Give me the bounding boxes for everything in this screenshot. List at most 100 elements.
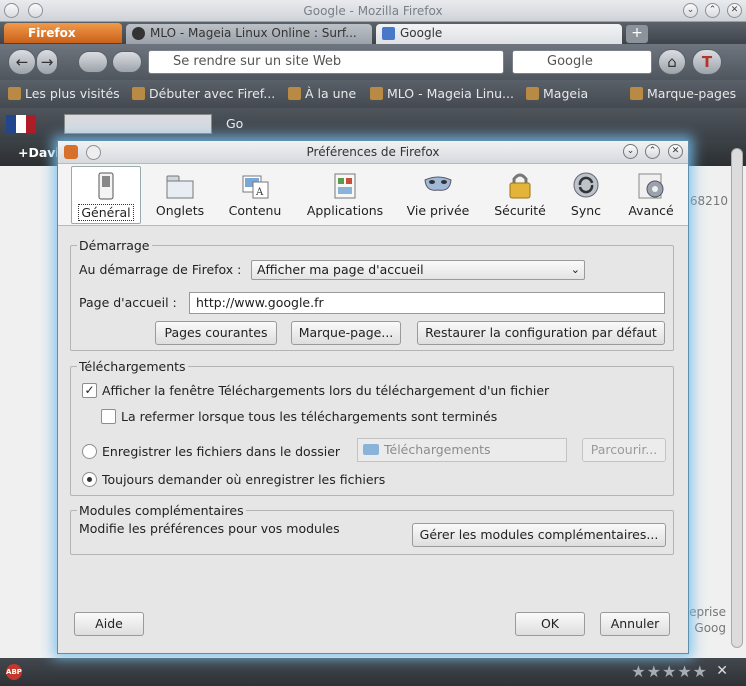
- tab-onglets[interactable]: Onglets: [150, 166, 210, 224]
- downloads-group: Téléchargements ✓ Afficher la fenêtre Té…: [70, 359, 674, 496]
- google-user-link[interactable]: +Davi: [18, 145, 60, 160]
- adblock-icon[interactable]: ABP: [6, 664, 22, 680]
- browser-titlebar: Google - Mozilla Firefox ⌄ ⌃ ✕: [0, 0, 746, 22]
- show-downloads-checkbox[interactable]: ✓: [82, 383, 97, 398]
- tab-strip: Firefox MLO - Mageia Linux Online : Surf…: [0, 22, 746, 44]
- current-pages-button[interactable]: Pages courantes: [155, 321, 277, 345]
- startup-select[interactable]: Afficher ma page d'accueil ⌄: [251, 260, 585, 280]
- svg-text:A: A: [255, 187, 264, 198]
- dialog-close-icon[interactable]: ✕: [668, 144, 683, 159]
- startup-select-value: Afficher ma page d'accueil: [257, 262, 424, 277]
- bookmark-item[interactable]: Débuter avec Firef...: [132, 86, 275, 101]
- close-when-done-label[interactable]: La refermer lorsque tous les téléchargem…: [121, 409, 497, 424]
- status-bar: ABP ★★★★★ ✕: [0, 658, 746, 686]
- tabs-icon: [165, 170, 195, 200]
- download-folder-value: Téléchargements: [384, 442, 491, 457]
- download-folder-field: Téléchargements: [357, 438, 567, 462]
- startup-label: Au démarrage de Firefox :: [79, 262, 242, 277]
- browser-window-title: Google - Mozilla Firefox: [303, 4, 443, 18]
- minimize-icon[interactable]: ⌄: [683, 3, 698, 18]
- bookmark-item[interactable]: Les plus visités: [8, 86, 120, 101]
- preferences-pane-bar: Général Onglets A Contenu Applications V…: [58, 164, 688, 226]
- always-ask-radio[interactable]: [82, 472, 97, 487]
- save-to-folder-radio[interactable]: [82, 444, 97, 459]
- pane-label: Sécurité: [494, 203, 546, 218]
- search-input[interactable]: Google: [512, 50, 652, 74]
- new-tab-button[interactable]: +: [626, 25, 648, 43]
- navigation-toolbar: ← → Se rendre sur un site Web Google ⌂ T: [0, 44, 746, 80]
- switch-icon: [91, 171, 121, 201]
- page-right-text-2: Goog: [694, 621, 726, 635]
- homepage-label: Page d'accueil :: [79, 295, 177, 310]
- close-when-done-checkbox[interactable]: [101, 409, 116, 424]
- startup-legend: Démarrage: [77, 238, 152, 253]
- page-right-text: eprise Goog: [689, 604, 726, 636]
- close-addon-bar-icon[interactable]: ✕: [716, 663, 728, 679]
- downloads-legend: Téléchargements: [77, 359, 188, 374]
- addon-combo-input[interactable]: [64, 114, 212, 134]
- bookmark-item[interactable]: À la une: [288, 86, 356, 101]
- page-right-text-1: eprise: [689, 605, 726, 619]
- url-input[interactable]: Se rendre sur un site Web: [148, 50, 504, 74]
- help-button[interactable]: Aide: [74, 612, 144, 636]
- chevron-down-icon: ⌄: [570, 263, 580, 276]
- bookmark-item[interactable]: Mageia: [526, 86, 588, 101]
- users-icon[interactable]: [112, 51, 142, 73]
- tab-avance[interactable]: Avancé: [621, 166, 681, 224]
- forward-icon[interactable]: →: [36, 49, 58, 75]
- firefox-menu-button[interactable]: Firefox: [4, 23, 122, 43]
- addons-description: Modifie les préférences pour vos modules: [79, 521, 340, 536]
- mask-icon: [423, 170, 453, 200]
- page-scrollbar[interactable]: [731, 148, 743, 648]
- go-button[interactable]: Go: [226, 116, 243, 131]
- bookmark-button[interactable]: Marque-page...: [291, 321, 401, 345]
- manage-addons-button[interactable]: Gérer les modules complémentaires...: [412, 523, 666, 547]
- cancel-button[interactable]: Annuler: [600, 612, 670, 636]
- pane-label: Onglets: [155, 203, 205, 218]
- lock-icon: [505, 170, 535, 200]
- gear-icon: [636, 170, 666, 200]
- dialog-maximize-icon[interactable]: ⌃: [645, 144, 660, 159]
- tab-applications[interactable]: Applications: [301, 166, 389, 224]
- startup-group: Démarrage Au démarrage de Firefox : Affi…: [70, 238, 674, 351]
- always-ask-label[interactable]: Toujours demander où enregistrer les fic…: [102, 472, 385, 487]
- pane-label: Sync: [570, 203, 602, 218]
- translate-icon[interactable]: T: [692, 49, 722, 75]
- bookmark-item[interactable]: MLO - Mageia Linu...: [370, 86, 514, 101]
- back-icon[interactable]: ←: [8, 49, 36, 75]
- tab-label: MLO - Mageia Linux Online : Surf...: [150, 26, 357, 40]
- page-number-text: 68210: [689, 194, 728, 208]
- maximize-icon[interactable]: ⌃: [705, 3, 720, 18]
- rating-stars[interactable]: ★★★★★: [631, 662, 708, 681]
- dialog-minimize-icon[interactable]: ⌄: [623, 144, 638, 159]
- browse-button[interactable]: Parcourir...: [582, 438, 666, 462]
- tab-label: Google: [400, 26, 443, 40]
- ok-button[interactable]: OK: [515, 612, 585, 636]
- addons-legend: Modules complémentaires: [77, 503, 246, 518]
- restore-default-button[interactable]: Restaurer la configuration par défaut: [417, 321, 665, 345]
- google-favicon-icon: [382, 27, 395, 40]
- show-downloads-label[interactable]: Afficher la fenêtre Téléchargements lors…: [102, 383, 549, 398]
- flag-icon[interactable]: [6, 115, 36, 133]
- tab-mlo[interactable]: MLO - Mageia Linux Online : Surf...: [126, 24, 372, 44]
- close-icon[interactable]: ✕: [727, 3, 742, 18]
- tab-securite[interactable]: Sécurité: [488, 166, 552, 224]
- pane-label: Général: [78, 204, 134, 221]
- tab-sync[interactable]: Sync: [565, 166, 607, 224]
- home-icon[interactable]: ⌂: [658, 49, 686, 75]
- folder-icon: [363, 444, 379, 455]
- bookmark-item[interactable]: Marque-pages: [630, 86, 736, 101]
- tab-google[interactable]: Google: [376, 24, 622, 44]
- save-to-folder-label[interactable]: Enregistrer les fichiers dans le dossier: [102, 444, 340, 459]
- content-icon: A: [240, 170, 270, 200]
- tab-general[interactable]: Général: [71, 166, 141, 224]
- preferences-dialog: Préférences de Firefox ⌄ ⌃ ✕ Général Ong…: [57, 140, 689, 654]
- tab-contenu[interactable]: A Contenu: [222, 166, 288, 224]
- homepage-input[interactable]: http://www.google.fr: [189, 292, 665, 314]
- addons-group: Modules complémentaires Modifie les préf…: [70, 503, 674, 555]
- pane-label: Vie privée: [406, 203, 470, 218]
- tab-vie-privee[interactable]: Vie privée: [401, 166, 475, 224]
- chat-icon[interactable]: [78, 51, 108, 73]
- addon-toolbar: Go: [0, 108, 746, 140]
- mageia-favicon-icon: [132, 27, 145, 40]
